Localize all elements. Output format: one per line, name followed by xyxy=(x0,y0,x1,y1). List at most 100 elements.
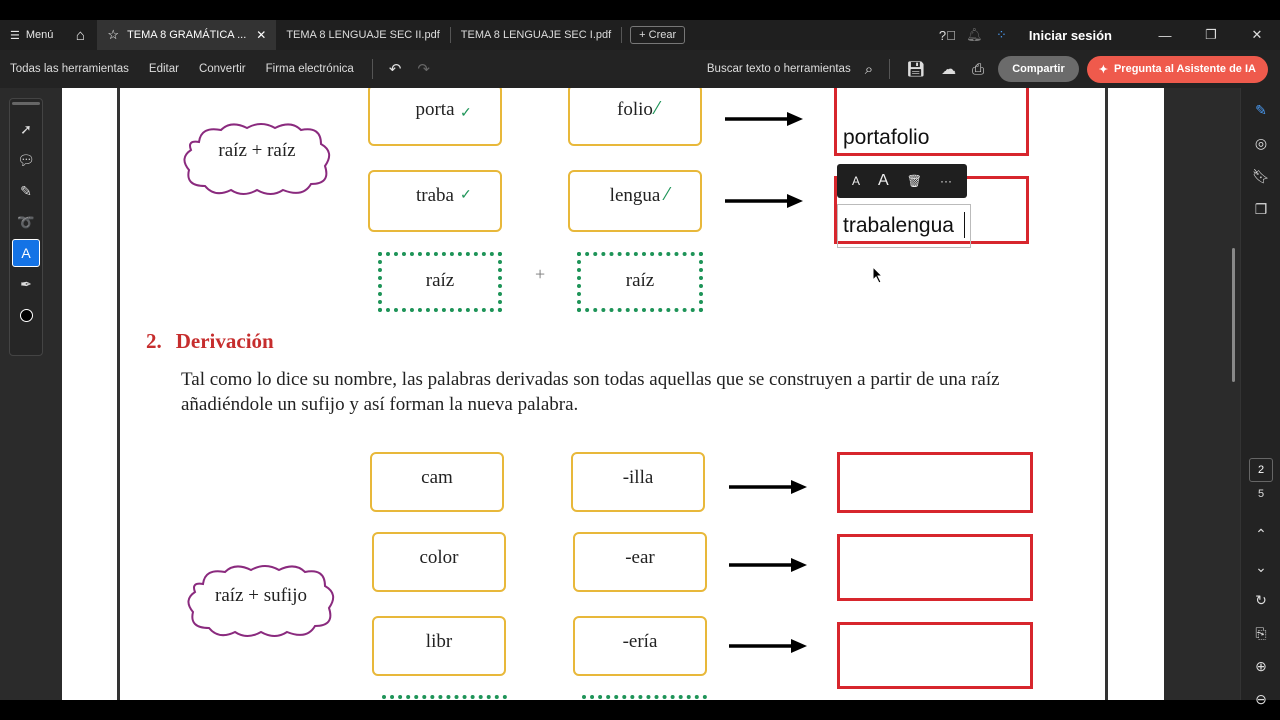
bookmark-icon[interactable]: 🔖︎ xyxy=(1241,160,1280,193)
restore-icon[interactable]: ❐ xyxy=(1188,27,1234,43)
print-icon[interactable]: ⎙ xyxy=(964,61,992,78)
star-icon[interactable]: ☆ xyxy=(107,27,119,43)
more-options-icon[interactable]: ··· xyxy=(940,174,952,188)
section-number: 2. xyxy=(146,329,162,353)
word-text: raíz xyxy=(425,270,455,291)
create-label: Crear xyxy=(648,29,677,41)
answer-box xyxy=(837,452,1033,513)
word-text: porta xyxy=(415,99,455,120)
word-box: lengua xyxy=(568,170,702,232)
share-button[interactable]: Compartir xyxy=(998,56,1079,82)
tab-tema8-gramatica[interactable]: ☆ TEMA 8 GRAMÁTICA ... ✕ xyxy=(97,20,277,50)
section-heading: 2. Derivación xyxy=(146,329,274,354)
chevron-down-icon[interactable]: ⌄ xyxy=(1241,551,1280,584)
convert-button[interactable]: Convertir xyxy=(189,63,256,75)
help-icon[interactable]: ?⃝ xyxy=(934,28,961,43)
answer-box xyxy=(837,622,1033,689)
arrow-icon xyxy=(729,480,807,494)
tab-label: TEMA 8 LENGUAJE SEC II.pdf xyxy=(286,29,440,41)
word-text: raíz xyxy=(625,270,655,291)
zoom-out-icon[interactable]: ⊖ xyxy=(1241,683,1280,716)
section-paragraph: Tal como lo dice su nombre, las palabras… xyxy=(181,369,1000,415)
word-box: cam xyxy=(370,452,504,512)
drag-handle[interactable] xyxy=(12,102,40,105)
signin-button[interactable]: Iniciar sesión xyxy=(1029,28,1112,43)
checkmark-icon: ✓ xyxy=(460,186,472,202)
increase-font-icon[interactable]: A xyxy=(878,172,889,190)
main-toolbar: Todas las herramientas Editar Convertir … xyxy=(0,50,1280,88)
tab-label: TEMA 8 GRAMÁTICA ... xyxy=(127,29,247,41)
document-workarea: raíz + raíz porta ✓ folio ⁄ portafolio t… xyxy=(0,88,1240,700)
esign-button[interactable]: Firma electrónica xyxy=(256,63,364,75)
word-box: traba xyxy=(368,170,502,232)
rotate-icon[interactable]: ↻ xyxy=(1241,584,1280,617)
plus-sign: + xyxy=(535,264,546,284)
select-arrow-icon[interactable]: ➚ xyxy=(12,115,40,143)
window-close-icon[interactable]: ✕ xyxy=(1234,27,1280,43)
bell-icon[interactable]: 🔔︎ xyxy=(961,27,988,43)
word-text: -illa xyxy=(622,467,654,488)
sparkle-icon: ✦ xyxy=(1098,63,1108,76)
apps-grid-icon[interactable]: ⁘ xyxy=(988,27,1015,43)
minimize-icon[interactable]: — xyxy=(1142,28,1188,43)
word-text: traba xyxy=(416,185,454,206)
arrow-icon xyxy=(725,194,803,208)
search-tools-label[interactable]: Buscar texto o herramientas xyxy=(707,63,851,75)
checkmark-icon: ✓ xyxy=(460,104,472,120)
current-page-field[interactable]: 2 xyxy=(1249,458,1273,482)
save-icon[interactable]: 💾︎ xyxy=(898,60,933,78)
home-icon[interactable]: ⌂ xyxy=(63,20,97,50)
arrow-icon xyxy=(729,639,807,653)
answer-box xyxy=(837,534,1033,601)
page-fit-icon[interactable]: ⎘ xyxy=(1241,617,1280,650)
all-tools-button[interactable]: Todas las herramientas xyxy=(0,63,139,75)
word-text: -ería xyxy=(622,631,658,652)
undo-icon[interactable]: ↶ xyxy=(381,60,410,78)
lasso-icon[interactable]: ➰ xyxy=(12,208,40,236)
ai-assistant-button[interactable]: ✦ Pregunta al Asistente de IA xyxy=(1086,55,1268,83)
word-box: porta xyxy=(368,88,502,146)
answer-text[interactable]: trabalengua xyxy=(843,214,954,238)
checkmark-icon: ⁄ xyxy=(666,184,670,204)
cloud-label: raíz + sufijo xyxy=(215,585,307,606)
toolbar-divider xyxy=(889,59,891,79)
chevron-up-icon[interactable]: ⌃ xyxy=(1241,518,1280,551)
word-text: libr xyxy=(425,631,453,652)
fill-sign-icon[interactable]: ✒ xyxy=(12,270,40,298)
title-bar: ☰ Menú ⌂ ☆ TEMA 8 GRAMÁTICA ... ✕ TEMA 8… xyxy=(0,20,1280,50)
decrease-font-icon[interactable]: A xyxy=(852,174,860,188)
color-picker[interactable] xyxy=(12,301,40,329)
word-box: folio xyxy=(568,88,702,146)
word-text: color xyxy=(419,547,459,568)
zoom-in-icon[interactable]: ⊕ xyxy=(1241,650,1280,683)
tab-lenguaje-sec-i[interactable]: TEMA 8 LENGUAJE SEC I.pdf xyxy=(451,20,621,50)
cloud-label: raíz + raíz xyxy=(218,140,296,161)
arrow-icon xyxy=(725,112,803,126)
word-box: libr xyxy=(372,616,506,676)
pdf-page: raíz + raíz porta ✓ folio ⁄ portafolio t… xyxy=(62,88,1164,700)
word-text: -ear xyxy=(625,547,655,568)
ai-assistant-label: Pregunta al Asistente de IA xyxy=(1113,63,1256,75)
color-swatch xyxy=(19,308,33,322)
ai-summary-icon[interactable]: ✎ xyxy=(1241,94,1280,127)
create-button[interactable]: + Crear xyxy=(630,26,686,44)
vertical-scrollbar[interactable] xyxy=(1232,248,1235,382)
search-icon[interactable]: ⌕ xyxy=(857,61,881,78)
add-text-icon[interactable]: A xyxy=(12,239,40,267)
page-thumbnails-icon[interactable]: ❐ xyxy=(1241,193,1280,226)
redo-icon[interactable]: ↷ xyxy=(409,60,438,78)
tab-lenguaje-sec-ii[interactable]: TEMA 8 LENGUAJE SEC II.pdf xyxy=(276,20,449,50)
word-text: lengua xyxy=(609,185,661,206)
comment-icon[interactable]: 💬︎ xyxy=(12,146,40,174)
menu-button[interactable]: ☰ Menú xyxy=(0,20,63,50)
cloud-upload-icon[interactable]: ☁ xyxy=(933,60,964,78)
close-icon[interactable]: ✕ xyxy=(256,28,266,42)
hamburger-icon: ☰ xyxy=(10,29,20,42)
comments-panel-icon[interactable]: ◎ xyxy=(1241,127,1280,160)
trash-icon[interactable]: 🗑︎ xyxy=(907,174,922,188)
mouse-cursor-icon xyxy=(872,266,884,284)
right-side-panel: ✎ ◎ 🔖︎ ❐ 2 5 ⌃ ⌄ ↻ ⎘ ⊕ ⊖ xyxy=(1240,88,1280,707)
partial-dotted-box xyxy=(382,695,507,700)
pen-icon[interactable]: ✎ xyxy=(12,177,40,205)
edit-button[interactable]: Editar xyxy=(139,63,189,75)
